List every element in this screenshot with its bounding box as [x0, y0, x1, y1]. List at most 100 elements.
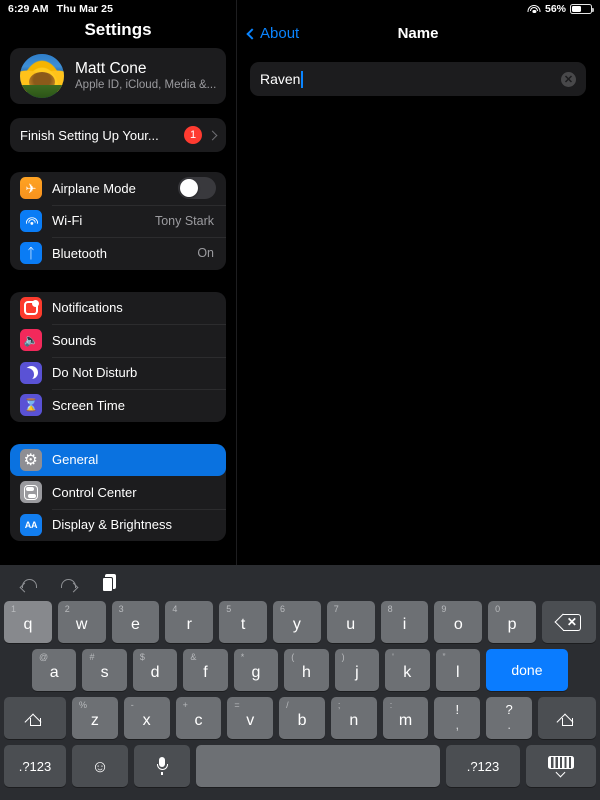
chevron-right-icon: [207, 130, 218, 140]
connectivity-group[interactable]: ✈ Airplane Mode Wi-Fi Tony Stark ᛏ Bluet…: [10, 172, 226, 270]
gear-icon: [20, 448, 42, 471]
key-label: !: [455, 702, 460, 718]
undo-icon[interactable]: [18, 573, 40, 593]
paste-icon[interactable]: [98, 573, 120, 593]
keyboard-row-2[interactable]: @ a # s $ d & f * g ( h ) j ' k ” l done: [4, 649, 596, 691]
sidebar-item-general[interactable]: General: [10, 443, 226, 476]
key-o[interactable]: 9 o: [434, 601, 483, 643]
alerts-group[interactable]: Notifications 🔈 Sounds Do Not Disturb ⌛ …: [10, 291, 226, 422]
key-f[interactable]: & f: [183, 649, 228, 691]
key-label: .?123: [18, 758, 52, 774]
key-label: .?123: [466, 758, 500, 774]
keyboard-toolbar[interactable]: [0, 565, 600, 601]
airplane-mode-toggle[interactable]: [178, 177, 216, 200]
key-dictation[interactable]: [134, 745, 190, 787]
key-label: p: [507, 616, 517, 633]
sidebar-item-do-not-disturb[interactable]: Do Not Disturb: [10, 356, 226, 390]
apple-id-row[interactable]: Matt Cone Apple ID, iCloud, Media &...: [10, 48, 226, 104]
keyboard-rows[interactable]: 1 q 2 w 3 e 4 r 5 t 6 y 7 u 8 i 9 o 0 p …: [0, 601, 600, 787]
key-j[interactable]: ) j: [334, 649, 380, 691]
key-alt-label: ,: [455, 717, 460, 732]
wifi-icon: [20, 209, 42, 232]
redo-icon[interactable]: [58, 573, 80, 593]
key-w[interactable]: 2 w: [57, 601, 106, 643]
key-alt-label: 3: [118, 604, 124, 614]
key-exclamation-comma[interactable]: ! ,: [434, 697, 481, 739]
key-d[interactable]: $ d: [132, 649, 178, 691]
key-emoji[interactable]: ☺: [72, 745, 128, 787]
sidebar-item-sounds[interactable]: 🔈 Sounds: [10, 324, 226, 357]
key-g[interactable]: * g: [233, 649, 279, 691]
key-z[interactable]: % z: [72, 697, 118, 739]
name-input-value: Raven: [260, 71, 301, 87]
key-label: n: [349, 712, 359, 729]
bluetooth-value: On: [197, 246, 214, 261]
sidebar-item-bluetooth[interactable]: ᛏ Bluetooth On: [10, 237, 226, 270]
sidebar-item-screen-time[interactable]: ⌛ Screen Time: [10, 389, 226, 422]
sidebar-item-airplane-mode[interactable]: ✈ Airplane Mode: [10, 172, 226, 205]
key-alt-label: ': [392, 652, 394, 662]
key-alt-label: ”: [442, 652, 446, 662]
back-button[interactable]: About: [236, 25, 299, 42]
key-m[interactable]: : m: [382, 697, 429, 739]
key-u[interactable]: 7 u: [326, 601, 375, 643]
key-shift-left[interactable]: [4, 697, 66, 739]
sidebar-item-wifi[interactable]: Wi-Fi Tony Stark: [10, 204, 226, 238]
key-k[interactable]: ' k: [385, 649, 430, 691]
key-label: i: [402, 616, 407, 633]
key-alt-label: (: [291, 652, 295, 662]
key-label: w: [75, 616, 88, 633]
key-t[interactable]: 5 t: [219, 601, 267, 643]
key-alt-label: #: [89, 652, 95, 662]
key-y[interactable]: 6 y: [272, 601, 321, 643]
key-label: x: [142, 712, 151, 729]
sidebar-item-display-brightness[interactable]: AA Display & Brightness: [10, 508, 226, 542]
onscreen-keyboard[interactable]: 1 q 2 w 3 e 4 r 5 t 6 y 7 u 8 i 9 o 0 p …: [0, 565, 600, 800]
key-i[interactable]: 8 i: [380, 601, 429, 643]
sidebar-scroll[interactable]: Matt Cone Apple ID, iCloud, Media &... F…: [0, 48, 236, 541]
key-label: ?: [505, 702, 513, 718]
keyboard-row-4[interactable]: .?123 ☺ .?123: [4, 745, 596, 787]
key-n[interactable]: ; n: [330, 697, 377, 739]
key-numbers-right[interactable]: .?123: [446, 745, 520, 787]
name-input-text[interactable]: Raven: [260, 70, 561, 88]
key-s[interactable]: # s: [82, 649, 127, 691]
status-bar-left: 6:29 AM Thu Mar 25: [0, 3, 113, 15]
key-a[interactable]: @ a: [32, 649, 77, 691]
key-p[interactable]: 0 p: [488, 601, 536, 643]
system-group[interactable]: General Control Center AA Display & Brig…: [10, 443, 226, 542]
key-label: v: [246, 712, 255, 729]
settings-sidebar[interactable]: Settings Matt Cone Apple ID, iCloud, Med…: [0, 0, 236, 565]
name-field[interactable]: Raven ✕: [250, 62, 586, 96]
key-label: h: [301, 664, 311, 681]
key-h[interactable]: ( h: [284, 649, 329, 691]
key-label: s: [100, 664, 109, 681]
key-done[interactable]: done: [485, 649, 568, 691]
keyboard-row-1[interactable]: 1 q 2 w 3 e 4 r 5 t 6 y 7 u 8 i 9 o 0 p …: [4, 601, 596, 643]
sidebar-item-control-center[interactable]: Control Center: [10, 476, 226, 509]
key-q[interactable]: 1 q: [4, 601, 52, 643]
key-backspace[interactable]: ✕: [541, 601, 596, 643]
key-e[interactable]: 3 e: [111, 601, 160, 643]
key-numbers-left[interactable]: .?123: [4, 745, 66, 787]
key-v[interactable]: = v: [227, 697, 274, 739]
key-x[interactable]: - x: [123, 697, 170, 739]
finish-setup-row[interactable]: Finish Setting Up Your... 1: [10, 118, 226, 152]
sidebar-item-notifications[interactable]: Notifications: [10, 292, 226, 325]
sunflower-avatar[interactable]: [20, 54, 64, 98]
apple-id-card[interactable]: Matt Cone Apple ID, iCloud, Media &...: [10, 48, 226, 104]
key-alt-label: 6: [279, 604, 285, 614]
keyboard-row-3[interactable]: % z - x + c = v / b ; n : m ! , ? .: [4, 697, 597, 739]
key-b[interactable]: / b: [279, 697, 325, 739]
finish-setup-card[interactable]: Finish Setting Up Your... 1: [10, 118, 226, 152]
key-hide-keyboard[interactable]: [526, 745, 596, 787]
key-shift-right[interactable]: [538, 697, 597, 739]
clear-circle-icon[interactable]: ✕: [561, 71, 576, 87]
key-c[interactable]: + c: [175, 697, 222, 739]
key-r[interactable]: 4 r: [165, 601, 214, 643]
key-label: e: [131, 616, 140, 633]
key-l[interactable]: ” l: [435, 649, 480, 691]
key-space[interactable]: [196, 745, 440, 787]
key-question-period[interactable]: ? .: [486, 697, 533, 739]
status-time: 6:29 AM: [8, 3, 49, 15]
